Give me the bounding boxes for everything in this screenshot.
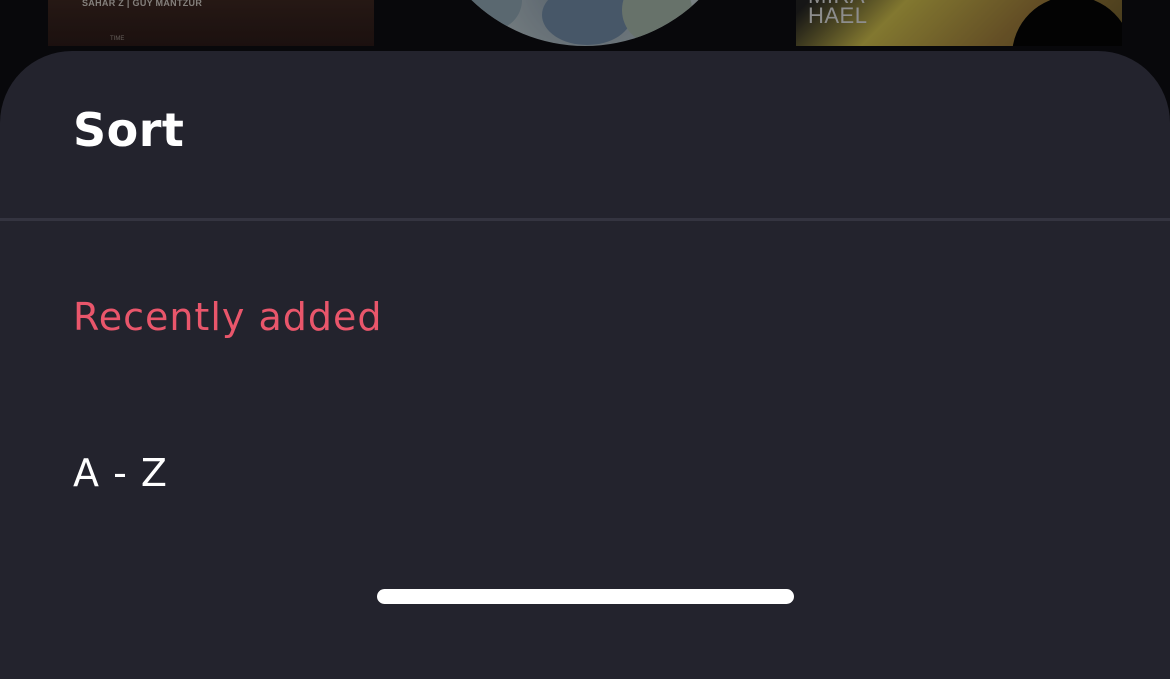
sort-option-recently-added[interactable]: Recently added — [73, 295, 382, 339]
sort-option-a-z[interactable]: A - Z — [73, 451, 168, 495]
divider — [0, 218, 1170, 221]
sheet-title: Sort — [73, 103, 185, 157]
sort-bottom-sheet: Sort Recently added A - Z — [0, 51, 1170, 679]
home-indicator[interactable] — [377, 589, 794, 604]
